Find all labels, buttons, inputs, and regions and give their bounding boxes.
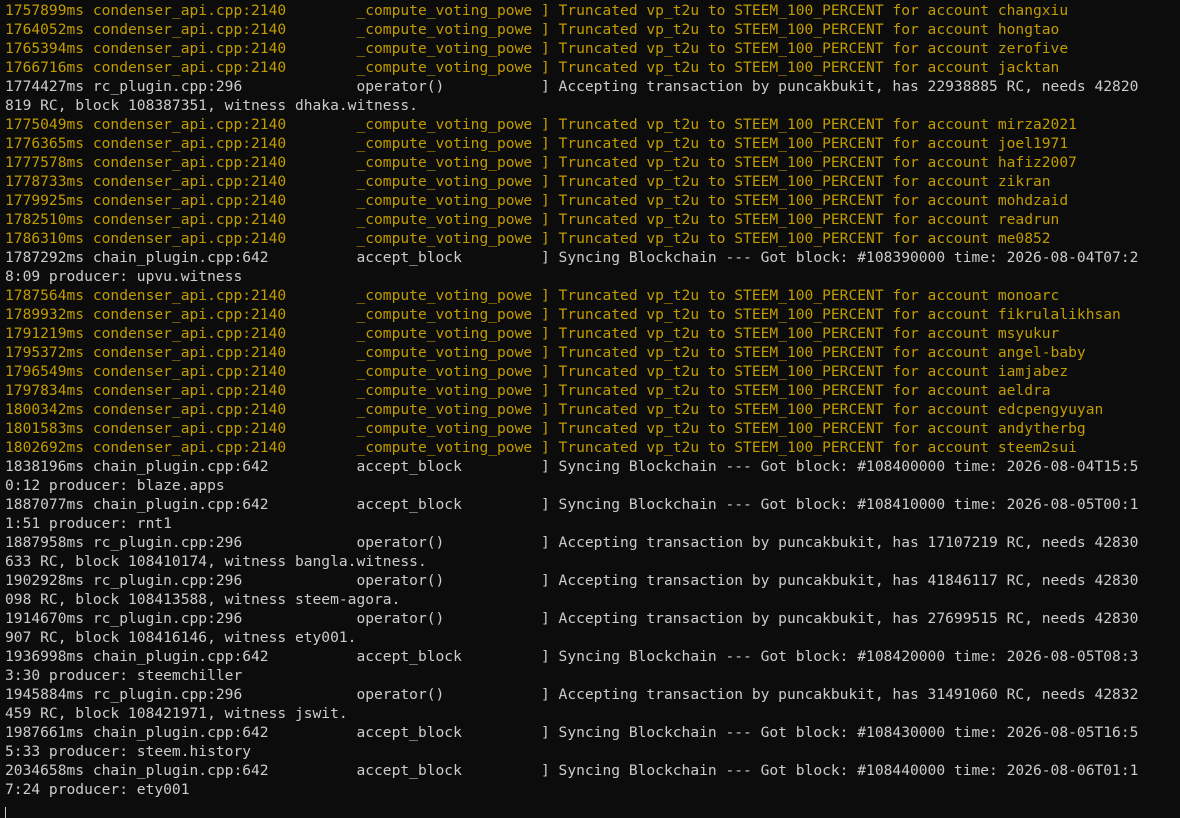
log-line: 1887958ms rc_plugin.cpp:296 operator() ]… bbox=[5, 534, 1139, 551]
log-line-warning: 1795372ms condenser_api.cpp:2140 _comput… bbox=[5, 344, 1086, 361]
log-line: 098 RC, block 108413588, witness steem-a… bbox=[5, 591, 401, 608]
log-line-warning: 1789932ms condenser_api.cpp:2140 _comput… bbox=[5, 306, 1121, 323]
log-line-warning: 1777578ms condenser_api.cpp:2140 _comput… bbox=[5, 154, 1077, 171]
log-line: 1936998ms chain_plugin.cpp:642 accept_bl… bbox=[5, 648, 1139, 665]
log-line-warning: 1765394ms condenser_api.cpp:2140 _comput… bbox=[5, 40, 1069, 57]
log-line: 1987661ms chain_plugin.cpp:642 accept_bl… bbox=[5, 724, 1139, 741]
log-line: 819 RC, block 108387351, witness dhaka.w… bbox=[5, 97, 418, 114]
log-line-warning: 1776365ms condenser_api.cpp:2140 _comput… bbox=[5, 135, 1069, 152]
log-line: 7:24 producer: ety001 bbox=[5, 781, 190, 798]
log-line-warning: 1787564ms condenser_api.cpp:2140 _comput… bbox=[5, 287, 1060, 304]
log-line-warning: 1764052ms condenser_api.cpp:2140 _comput… bbox=[5, 21, 1060, 38]
log-line-warning: 1775049ms condenser_api.cpp:2140 _comput… bbox=[5, 116, 1077, 133]
log-line: 1914670ms rc_plugin.cpp:296 operator() ]… bbox=[5, 610, 1139, 627]
log-line-warning: 1766716ms condenser_api.cpp:2140 _comput… bbox=[5, 59, 1060, 76]
log-line: 8:09 producer: upvu.witness bbox=[5, 268, 243, 285]
log-line-warning: 1782510ms condenser_api.cpp:2140 _comput… bbox=[5, 211, 1060, 228]
log-line: 1774427ms rc_plugin.cpp:296 operator() ]… bbox=[5, 78, 1139, 95]
log-line-warning: 1797834ms condenser_api.cpp:2140 _comput… bbox=[5, 382, 1051, 399]
log-line: 1887077ms chain_plugin.cpp:642 accept_bl… bbox=[5, 496, 1139, 513]
log-line-warning: 1757899ms condenser_api.cpp:2140 _comput… bbox=[5, 2, 1069, 19]
log-line-warning: 1779925ms condenser_api.cpp:2140 _comput… bbox=[5, 192, 1069, 209]
text-cursor bbox=[5, 807, 6, 818]
terminal-window[interactable]: 1757899ms condenser_api.cpp:2140 _comput… bbox=[0, 0, 1180, 818]
log-line: 1945884ms rc_plugin.cpp:296 operator() ]… bbox=[5, 686, 1139, 703]
log-line-warning: 1796549ms condenser_api.cpp:2140 _comput… bbox=[5, 363, 1069, 380]
log-line: 1787292ms chain_plugin.cpp:642 accept_bl… bbox=[5, 249, 1139, 266]
log-output: 1757899ms condenser_api.cpp:2140 _comput… bbox=[5, 1, 1180, 799]
log-line-warning: 1801583ms condenser_api.cpp:2140 _comput… bbox=[5, 420, 1086, 437]
log-line: 3:30 producer: steemchiller bbox=[5, 667, 243, 684]
log-line-warning: 1800342ms condenser_api.cpp:2140 _comput… bbox=[5, 401, 1104, 418]
log-line: 2034658ms chain_plugin.cpp:642 accept_bl… bbox=[5, 762, 1139, 779]
log-line: 1902928ms rc_plugin.cpp:296 operator() ]… bbox=[5, 572, 1139, 589]
log-line: 633 RC, block 108410174, witness bangla.… bbox=[5, 553, 427, 570]
log-line: 1:51 producer: rnt1 bbox=[5, 515, 172, 532]
log-line-warning: 1791219ms condenser_api.cpp:2140 _comput… bbox=[5, 325, 1060, 342]
log-line-warning: 1786310ms condenser_api.cpp:2140 _comput… bbox=[5, 230, 1051, 247]
log-line-warning: 1802692ms condenser_api.cpp:2140 _comput… bbox=[5, 439, 1077, 456]
log-line: 907 RC, block 108416146, witness ety001. bbox=[5, 629, 357, 646]
log-line-warning: 1778733ms condenser_api.cpp:2140 _comput… bbox=[5, 173, 1051, 190]
log-line: 0:12 producer: blaze.apps bbox=[5, 477, 225, 494]
log-line: 5:33 producer: steem.history bbox=[5, 743, 252, 760]
log-line: 459 RC, block 108421971, witness jswit. bbox=[5, 705, 348, 722]
log-line: 1838196ms chain_plugin.cpp:642 accept_bl… bbox=[5, 458, 1139, 475]
